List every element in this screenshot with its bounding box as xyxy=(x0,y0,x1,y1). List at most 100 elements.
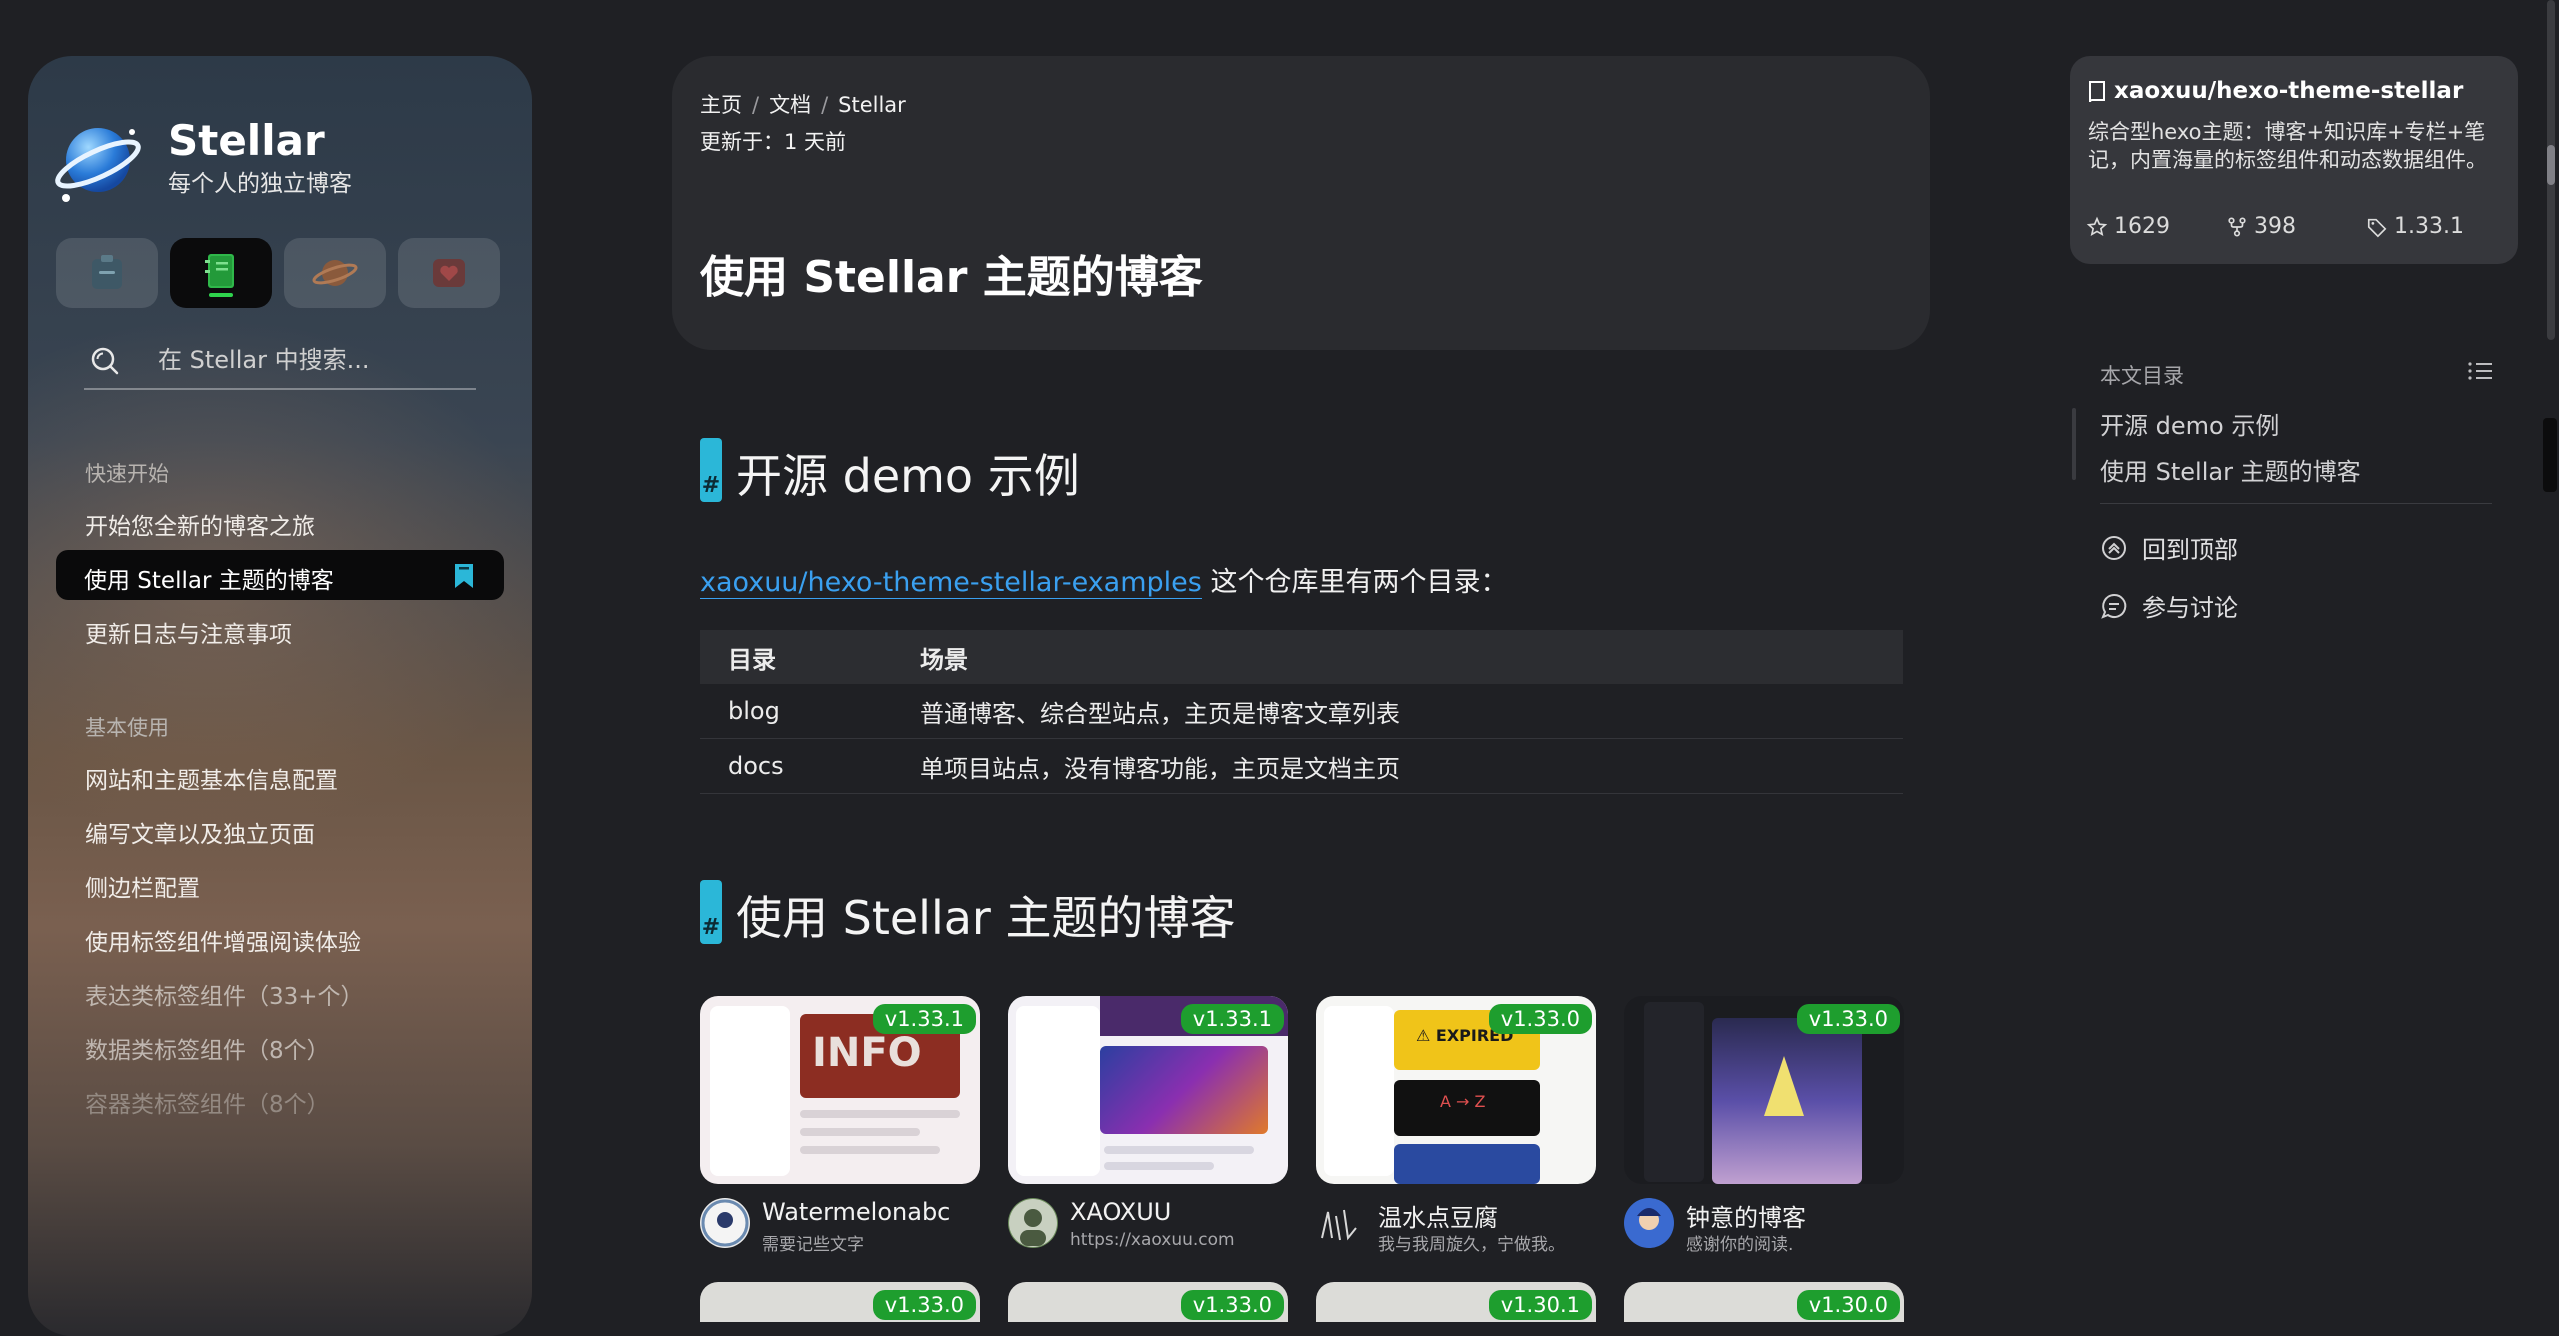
star-icon xyxy=(2086,216,2108,236)
site-card[interactable]: v1.30.1 xyxy=(1316,1282,1596,1322)
note-icon xyxy=(92,255,122,289)
table-cell: blog xyxy=(700,684,892,739)
scrollbar-thumb[interactable] xyxy=(2547,145,2555,185)
site-description: 感谢你的阅读. xyxy=(1686,1235,1794,1255)
site-subtitle: 每个人的独立博客 xyxy=(168,171,352,197)
breadcrumb-item-stellar[interactable]: Stellar xyxy=(838,93,906,117)
nav-button-notes[interactable] xyxy=(56,238,158,308)
page-header-card: 主页 / 文档 / Stellar 更新于：1 天前 使用 Stellar 主题的博客 xyxy=(672,56,1930,350)
bookmark-icon xyxy=(455,564,473,588)
site-card[interactable]: v1.33.1 XAOXUU https://xaoxuu.com xyxy=(1008,996,1288,1250)
arrow-up-circle-icon xyxy=(2102,535,2126,560)
sidebar-item[interactable]: 容器类标签组件（8个） xyxy=(85,1085,330,1119)
version-badge: v1.30.0 xyxy=(1796,1290,1900,1320)
table-cell: 普通博客、综合型站点，主页是博客文章列表 xyxy=(892,684,1903,739)
toc-item[interactable]: 使用 Stellar 主题的博客 xyxy=(2100,452,2361,487)
breadcrumb-item-home[interactable]: 主页 xyxy=(700,93,742,117)
left-sidebar: Stellar 每个人的独立博客 在 Stellar 中搜索... 快速开始 开… xyxy=(28,56,532,1336)
directory-table: 目录 场景 blog 普通博客、综合型站点，主页是博客文章列表 docs 单项目… xyxy=(700,630,1903,794)
repo-name[interactable]: xaoxuu/hexo-theme-stellar xyxy=(2114,78,2463,104)
heading-anchor[interactable]: # xyxy=(700,438,722,502)
site-title[interactable]: Stellar xyxy=(168,116,325,165)
toc-progress-bar xyxy=(2072,408,2076,480)
site-screenshot: v1.33.0 xyxy=(1624,996,1904,1184)
site-card[interactable]: v1.33.0 钟意的博客 感谢你的阅读. xyxy=(1624,996,1904,1255)
search-icon[interactable] xyxy=(88,344,122,378)
avatar xyxy=(1008,1198,1058,1248)
site-card[interactable]: ⚠ EXPIRED A → Z v1.33.0 温水点豆腐 我与我周旋久，宁做我… xyxy=(1316,996,1596,1255)
site-screenshot: INFO v1.33.1 xyxy=(700,996,980,1184)
sidebar-item[interactable]: 开始您全新的博客之旅 xyxy=(85,507,315,541)
tag-icon xyxy=(2367,218,2387,237)
list-icon[interactable] xyxy=(2466,358,2494,384)
version-badge: v1.33.1 xyxy=(1180,1004,1284,1034)
table-cell: 单项目站点，没有博客功能，主页是文档主页 xyxy=(892,738,1903,794)
toc-divider xyxy=(2100,503,2492,504)
site-description: 需要记些文字 xyxy=(762,1235,864,1255)
discuss-button[interactable]: 参与讨论 xyxy=(2100,588,2238,623)
sidebar-item[interactable]: 数据类标签组件（8个） xyxy=(85,1031,330,1065)
site-name[interactable]: XAOXUU xyxy=(1070,1198,1171,1226)
breadcrumb-item-docs[interactable]: 文档 xyxy=(769,93,811,117)
sidebar-group-title: 基本使用 xyxy=(85,716,169,740)
site-card[interactable]: INFO v1.33.1 Watermelonabc 需要记些文字 xyxy=(700,996,980,1255)
stars-count: 1629 xyxy=(2114,214,2170,239)
table-header-row: 目录 场景 xyxy=(700,630,1903,684)
site-description: 我与我周旋久，宁做我。 xyxy=(1378,1235,1565,1255)
sidebar-item[interactable]: 网站和主题基本信息配置 xyxy=(85,761,338,795)
nav-button-about[interactable] xyxy=(398,238,500,308)
site-card[interactable]: v1.33.0 xyxy=(1008,1282,1288,1322)
sidebar-item[interactable]: 侧边栏配置 xyxy=(85,869,200,903)
site-screenshot: ⚠ EXPIRED A → Z v1.33.0 xyxy=(1316,996,1596,1184)
heading-anchor[interactable]: # xyxy=(700,880,722,944)
section-heading: 开源 demo 示例 xyxy=(736,449,1080,503)
search-input[interactable] xyxy=(156,342,470,378)
notebook-icon xyxy=(205,254,234,297)
version-badge: v1.33.0 xyxy=(1488,1004,1592,1034)
site-card[interactable]: v1.33.0 xyxy=(700,1282,980,1322)
comment-icon xyxy=(2101,593,2127,619)
sidebar-item[interactable]: 编写文章以及独立页面 xyxy=(85,815,315,849)
sidebar-item[interactable]: 使用标签组件增强阅读体验 xyxy=(85,923,361,957)
repo-stars: 1629 xyxy=(2086,214,2170,239)
back-to-top-button[interactable]: 回到顶部 xyxy=(2100,530,2238,565)
nav-button-wiki[interactable] xyxy=(170,238,272,308)
sidebar-item[interactable]: 更新日志与注意事项 xyxy=(85,615,292,649)
intro-text: 这个仓库里有两个目录： xyxy=(1201,567,1508,598)
examples-repo-link[interactable]: xaoxuu/hexo-theme-stellar-examples xyxy=(700,567,1202,599)
table-cell: docs xyxy=(700,738,892,794)
sidebar-item-active[interactable]: 使用 Stellar 主题的博客 xyxy=(56,550,504,600)
repo-version: 1.33.1 xyxy=(2366,214,2464,239)
version-number: 1.33.1 xyxy=(2394,214,2464,239)
table-row: docs 单项目站点，没有博客功能，主页是文档主页 xyxy=(700,738,1903,794)
page-scrollbar[interactable] xyxy=(2547,0,2555,340)
search-bar[interactable] xyxy=(84,336,476,390)
planet-icon xyxy=(312,260,358,286)
fork-icon xyxy=(2228,216,2246,237)
sidebar-item[interactable]: 表达类标签组件（33+个） xyxy=(85,977,364,1011)
toc-item[interactable]: 开源 demo 示例 xyxy=(2100,406,2279,441)
nav-button-explore[interactable] xyxy=(284,238,386,308)
side-panel-handle[interactable] xyxy=(2543,418,2557,492)
intro-paragraph: xaoxuu/hexo-theme-stellar-examples 这个仓库里… xyxy=(700,560,1507,599)
site-name[interactable]: 钟意的博客 xyxy=(1686,1198,1806,1233)
heart-icon xyxy=(433,259,465,287)
forks-count: 398 xyxy=(2254,214,2296,239)
repo-icon xyxy=(2089,81,2105,103)
site-name[interactable]: Watermelonabc xyxy=(762,1198,950,1226)
avatar xyxy=(1316,1198,1366,1248)
site-description: https://xaoxuu.com xyxy=(1070,1230,1235,1250)
updated-time: 更新于：1 天前 xyxy=(700,130,847,154)
repo-card[interactable]: xaoxuu/hexo-theme-stellar 综合型hexo主题：博客+知… xyxy=(2070,56,2518,264)
avatar xyxy=(700,1198,750,1248)
sidebar-group-title: 快速开始 xyxy=(85,462,169,486)
table-header-cell: 目录 xyxy=(700,630,892,684)
site-card[interactable]: v1.30.0 xyxy=(1624,1282,1904,1322)
discuss-label: 参与讨论 xyxy=(2142,594,2238,622)
page-title: 使用 Stellar 主题的博客 xyxy=(700,252,1203,303)
version-badge: v1.33.1 xyxy=(872,1004,976,1034)
section-heading: 使用 Stellar 主题的博客 xyxy=(736,891,1236,945)
site-name[interactable]: 温水点豆腐 xyxy=(1378,1198,1498,1233)
breadcrumb: 主页 / 文档 / Stellar xyxy=(700,93,906,117)
planet-logo-icon[interactable] xyxy=(52,114,144,206)
